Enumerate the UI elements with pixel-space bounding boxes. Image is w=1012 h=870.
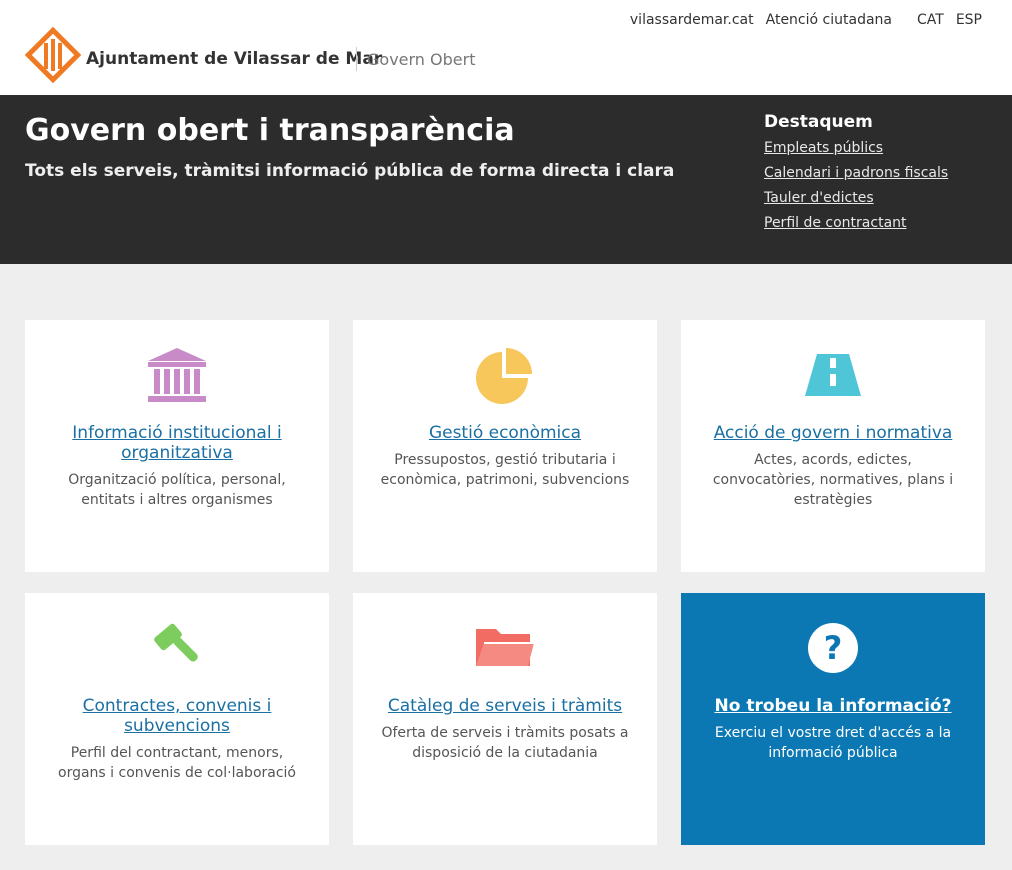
card-title[interactable]: Contractes, convenis i subvencions [45,696,309,736]
card-no-trobeu[interactable]: ? No trobeu la informació? Exerciu el vo… [681,593,985,845]
site-header: Ajuntament de Vilassar de Mar Govern Obe… [0,0,1012,95]
highlights-title: Destaquem [764,112,873,132]
card-gestio-economica[interactable]: Gestió econòmica Pressupostos, gestió tr… [353,320,657,572]
card-desc: Pressupostos, gestió tributaria i econòm… [380,452,630,488]
card-contractes[interactable]: Contractes, convenis i subvencions Perfi… [25,593,329,845]
top-links: vilassardemar.cat Atenció ciutadana CAT … [618,12,982,28]
card-title[interactable]: Catàleg de serveis i tràmits [373,696,637,716]
link-vilassardemar[interactable]: vilassardemar.cat [630,12,754,28]
question-icon: ? [808,623,858,673]
highlight-link-calendari[interactable]: Calendari i padrons fiscals [764,165,948,181]
card-cataleg-serveis[interactable]: Catàleg de serveis i tràmits Oferta de s… [353,593,657,845]
site-subbrand[interactable]: Govern Obert [367,50,475,69]
page-title: Govern obert i transparència [25,113,515,148]
municipal-shield-icon[interactable] [24,26,82,84]
highlights-panel: Destaquem Empleats públics Calendari i p… [764,112,948,240]
road-icon [805,354,861,396]
link-atencio-ciutadana[interactable]: Atenció ciutadana [766,12,892,28]
card-desc: Perfil del contractant, menors, organs i… [58,745,296,781]
card-informacio-institucional[interactable]: Informació institucional i organitzativa… [25,320,329,572]
site-brand[interactable]: Ajuntament de Vilassar de Mar [86,49,382,69]
card-desc: Actes, acords, edictes, convocatòries, n… [712,452,954,508]
highlight-link-empleats[interactable]: Empleats públics [764,140,948,156]
highlight-link-perfil[interactable]: Perfil de contractant [764,215,948,231]
card-desc: Oferta de serveis i tràmits posats a dis… [381,725,629,761]
hero-banner: Govern obert i transparència Tots els se… [0,95,1012,264]
card-title[interactable]: No trobeu la informació? [701,696,965,716]
highlight-link-tauler[interactable]: Tauler d'edictes [764,190,948,206]
card-title[interactable]: Informació institucional i organitzativa [45,423,309,463]
brand-divider [356,47,357,71]
folder-icon [476,629,534,666]
card-title[interactable]: Gestió econòmica [373,423,637,443]
card-desc: Organització política, personal, entitat… [68,472,286,508]
page-subtitle: Tots els serveis, tràmitsi informació pú… [25,161,675,181]
card-accio-govern[interactable]: Acció de govern i normativa Actes, acord… [681,320,985,572]
gavel-icon [154,623,198,662]
card-desc: Exerciu el vostre dret d'accés a la info… [714,725,952,761]
pie-chart-icon [476,348,532,404]
card-title[interactable]: Acció de govern i normativa [701,423,965,443]
svg-text:?: ? [824,629,843,667]
institution-icon [148,348,206,402]
lang-esp[interactable]: ESP [956,12,982,28]
lang-cat[interactable]: CAT [917,12,944,28]
